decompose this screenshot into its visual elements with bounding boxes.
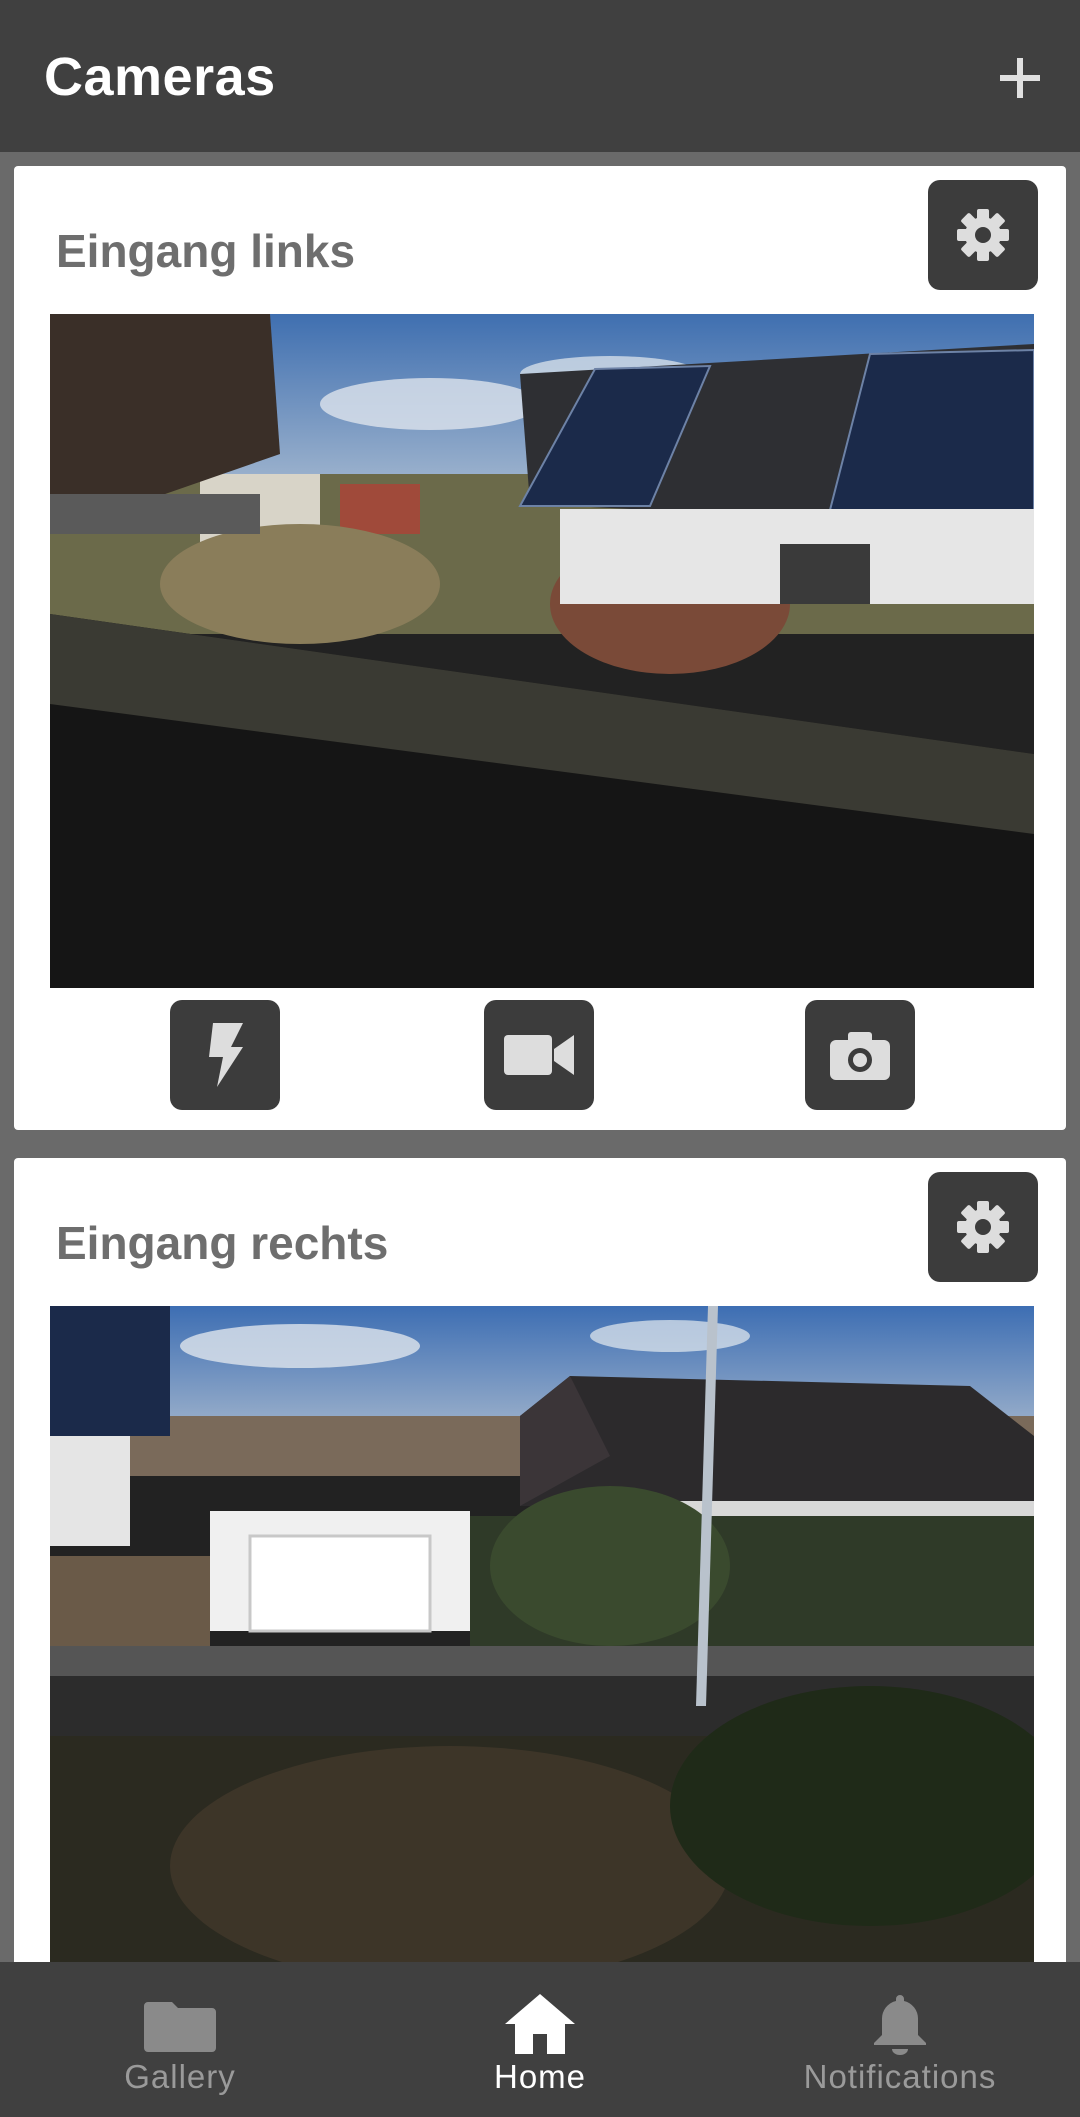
nav-item-gallery[interactable]: Gallery (80, 1962, 280, 2117)
camera-feed-image[interactable] (50, 1306, 1034, 1962)
page-title: Cameras (44, 47, 276, 107)
camera-name: Eingang links (56, 225, 356, 277)
camera-card: Eingang rechts (14, 1158, 1066, 1962)
flash-button[interactable] (170, 1000, 280, 1110)
record-video-button[interactable] (484, 1000, 594, 1110)
nav-label: Home (493, 2058, 587, 2095)
nav-item-notifications[interactable]: Notifications (780, 1962, 1020, 2117)
video-camera-icon (504, 1035, 574, 1075)
take-photo-button[interactable] (805, 1000, 915, 1110)
app-bar: Cameras (0, 0, 1080, 152)
gear-icon (957, 1201, 1009, 1253)
camera-feed-image[interactable] (50, 314, 1034, 988)
add-camera-button[interactable] (988, 46, 1052, 110)
camera-settings-button[interactable] (928, 1172, 1038, 1282)
camera-card: Eingang links (14, 166, 1066, 1130)
plus-icon (1000, 58, 1040, 98)
folder-icon (144, 2002, 216, 2052)
bottom-navigation: Gallery Home Notifications (0, 1962, 1080, 2117)
nav-label: Notifications (803, 2058, 997, 2095)
home-icon (505, 1994, 575, 2054)
camera-settings-button[interactable] (928, 180, 1038, 290)
flash-icon (209, 1023, 243, 1087)
nav-label: Gallery (124, 2058, 236, 2095)
photo-camera-icon (830, 1032, 890, 1080)
camera-name: Eingang rechts (56, 1217, 389, 1269)
nav-item-home[interactable]: Home (440, 1962, 640, 2117)
gear-icon (957, 209, 1009, 261)
camera-list[interactable]: Eingang links Eingang rechts (0, 152, 1080, 1962)
bell-icon (874, 1995, 926, 2055)
